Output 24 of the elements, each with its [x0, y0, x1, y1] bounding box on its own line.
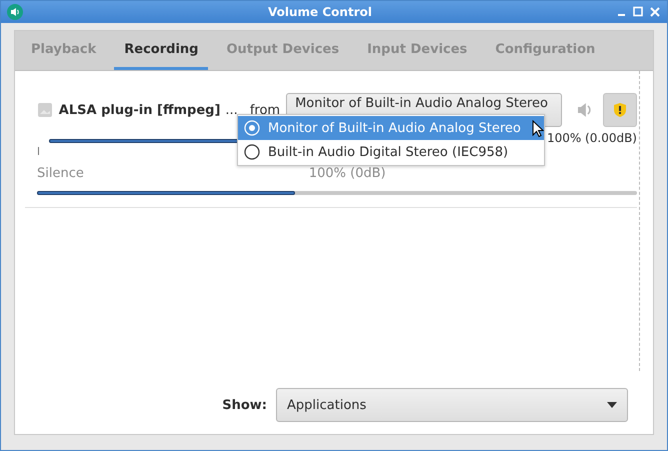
from-label: from — [250, 102, 280, 118]
speaker-icon — [7, 4, 23, 20]
menu-item[interactable]: Built-in Audio Digital Stereo (IEC958) — [238, 140, 544, 164]
stream-name: ALSA plug-in [ffmpeg] — [58, 102, 220, 118]
tab[interactable]: Playback — [21, 31, 106, 70]
tab[interactable]: Output Devices — [216, 31, 350, 70]
tab[interactable]: Input Devices — [357, 31, 478, 70]
close-icon[interactable] — [649, 6, 661, 18]
scale-label: Silence — [37, 166, 84, 181]
radio-button[interactable] — [244, 144, 260, 160]
tab[interactable]: Configuration — [485, 31, 606, 70]
volume-reading: 100% (0.00dB) — [546, 131, 637, 145]
window-title: Volume Control — [267, 5, 373, 19]
menu-item[interactable]: Monitor of Built-in Audio Analog Stereo — [238, 116, 544, 140]
application-icon — [37, 102, 53, 118]
maximize-icon[interactable] — [631, 6, 645, 18]
scale-label: 100% (0dB) — [308, 166, 386, 181]
speaker-icon[interactable] — [576, 101, 594, 119]
show-label: Show: — [222, 398, 267, 412]
tab[interactable]: Recording — [114, 31, 208, 70]
ellipsis: ... — [225, 102, 238, 118]
dropdown-arrow-icon — [607, 402, 617, 408]
shield-icon — [613, 102, 628, 118]
show-dropdown[interactable]: Applications — [276, 388, 628, 422]
